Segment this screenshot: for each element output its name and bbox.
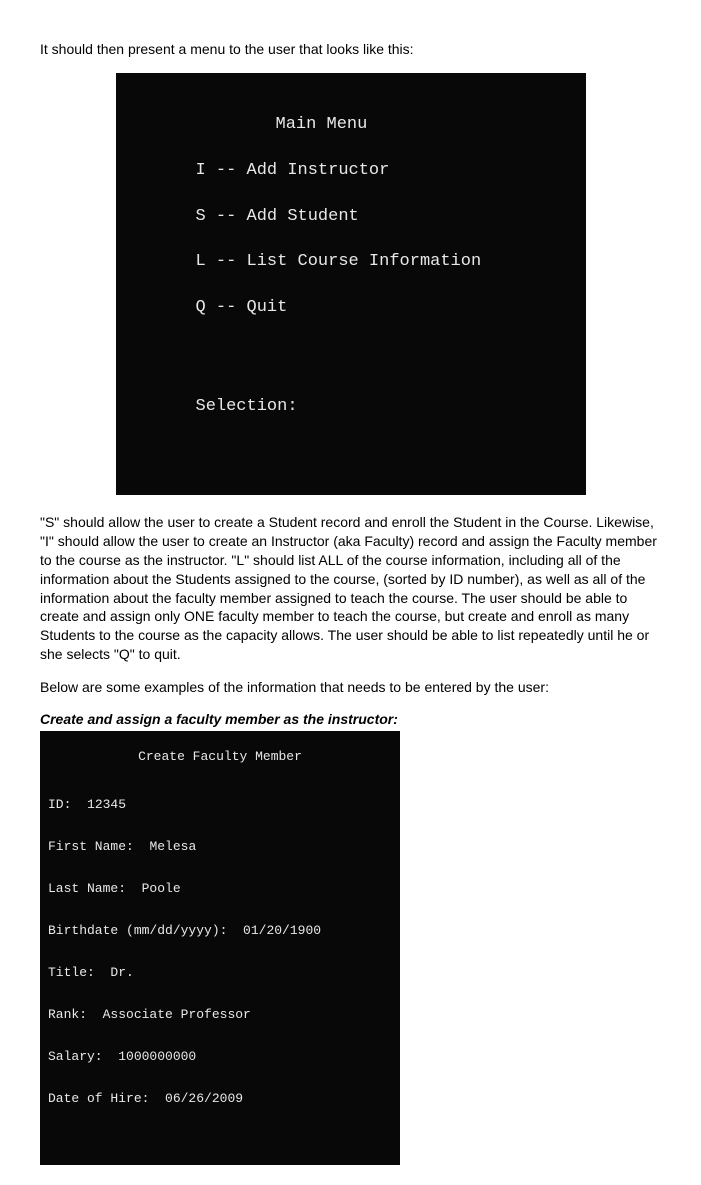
menu-title: Main Menu (116, 114, 586, 137)
field-label: Rank: (48, 1007, 87, 1022)
menu-item: L -- List Course Information (116, 251, 586, 274)
menu-item: S -- Add Student (116, 206, 586, 229)
field-value: 01/20/1900 (243, 923, 321, 938)
menu-key: Q (196, 298, 206, 317)
explanation-paragraph: "S" should allow the user to create a St… (40, 513, 661, 664)
field-label: Title: (48, 965, 95, 980)
field-label: Birthdate (mm/dd/yyyy): (48, 923, 227, 938)
form-field: First Name: Melesa (40, 840, 400, 853)
form-title: Create Faculty Member (40, 750, 400, 763)
field-label: Last Name: (48, 881, 126, 896)
examples-intro: Below are some examples of the informati… (40, 678, 661, 697)
terminal-main-menu: Main Menu I -- Add Instructor S -- Add S… (116, 73, 586, 495)
menu-item: I -- Add Instructor (116, 160, 586, 183)
menu-item: Q -- Quit (116, 297, 586, 320)
form-field: Rank: Associate Professor (40, 1008, 400, 1021)
menu-label: List Course Information (247, 252, 482, 271)
form-field: Salary: 1000000000 (40, 1050, 400, 1063)
menu-label: Quit (247, 298, 288, 317)
field-value: Melesa (149, 839, 196, 854)
field-label: ID: (48, 797, 71, 812)
form-field: ID: 12345 (40, 798, 400, 811)
menu-key: L (196, 252, 206, 271)
form-field: Title: Dr. (40, 966, 400, 979)
document-page: It should then present a menu to the use… (0, 0, 701, 1185)
menu-label: Add Student (247, 207, 359, 226)
field-label: First Name: (48, 839, 134, 854)
menu-key: S (196, 207, 206, 226)
field-value: Associate Professor (103, 1007, 251, 1022)
field-value: 06/26/2009 (165, 1091, 243, 1106)
field-value: Poole (142, 881, 181, 896)
faculty-heading: Create and assign a faculty member as th… (40, 711, 661, 727)
field-value: Dr. (110, 965, 133, 980)
terminal-create-faculty: Create Faculty Member ID: 12345 First Na… (40, 731, 400, 1165)
menu-key: I (196, 161, 206, 180)
field-label: Date of Hire: (48, 1091, 149, 1106)
form-field: Date of Hire: 06/26/2009 (40, 1092, 400, 1105)
menu-label: Add Instructor (247, 161, 390, 180)
form-field: Birthdate (mm/dd/yyyy): 01/20/1900 (40, 924, 400, 937)
selection-prompt: Selection: (116, 396, 586, 419)
field-label: Salary: (48, 1049, 103, 1064)
field-value: 1000000000 (118, 1049, 196, 1064)
field-value: 12345 (87, 797, 126, 812)
blank-line (116, 343, 586, 373)
form-field: Last Name: Poole (40, 882, 400, 895)
intro-paragraph: It should then present a menu to the use… (40, 40, 661, 59)
